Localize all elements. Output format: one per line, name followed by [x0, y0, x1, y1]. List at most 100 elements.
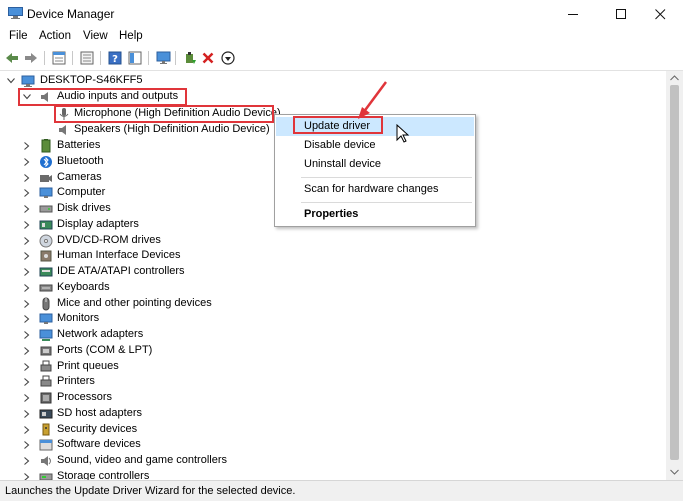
- properties-icon[interactable]: [50, 49, 68, 67]
- tree-item-hid[interactable]: Human Interface Devices: [0, 248, 666, 264]
- tree-item-label: Keyboards: [57, 280, 110, 293]
- expand-arrow-icon[interactable]: [22, 185, 32, 201]
- tree-item-label: Print queues: [57, 359, 119, 372]
- expand-arrow-icon[interactable]: [22, 422, 32, 438]
- tree-item-sound[interactable]: Sound, video and game controllers: [0, 453, 666, 469]
- tree-item-processor[interactable]: Processors: [0, 390, 666, 406]
- help-icon[interactable]: ?: [106, 49, 124, 67]
- minimize-icon[interactable]: [550, 0, 596, 28]
- menu-item-label: Uninstall device: [304, 158, 382, 170]
- tree-item-label: Disk drives: [57, 202, 111, 214]
- collapse-arrow-icon[interactable]: [6, 73, 16, 89]
- vertical-scrollbar[interactable]: [666, 71, 683, 480]
- tree-item-sdhost[interactable]: SD host adapters: [0, 406, 666, 422]
- computer-icon: [39, 187, 53, 199]
- menu-item-scan-hardware[interactable]: Scan for hardware changes: [276, 180, 474, 199]
- svg-text:?: ?: [112, 54, 118, 65]
- expand-arrow-icon[interactable]: [22, 201, 32, 217]
- tree-item-label: Speakers (High Definition Audio Device): [74, 123, 270, 135]
- update-driver-icon[interactable]: [181, 49, 199, 67]
- expand-arrow-icon[interactable]: [22, 469, 32, 480]
- expand-arrow-icon[interactable]: [22, 233, 32, 249]
- uninstall-icon[interactable]: [199, 49, 217, 67]
- expand-arrow-icon[interactable]: [22, 217, 32, 233]
- tree-item-dvd[interactable]: DVD/CD-ROM drives: [0, 233, 666, 249]
- tree-item-network[interactable]: Network adapters: [0, 327, 666, 343]
- software-icon: [39, 439, 53, 451]
- dvd-icon: [39, 234, 53, 247]
- tree-item-label: Computer: [57, 186, 106, 199]
- expand-arrow-icon[interactable]: [22, 359, 32, 375]
- toolbar-separator: [100, 51, 101, 65]
- menu-item-label: Scan for hardware changes: [304, 183, 439, 195]
- tree-item-security[interactable]: Security devices: [0, 422, 666, 438]
- expand-arrow-icon[interactable]: [22, 280, 32, 296]
- toolbar: ?: [0, 46, 683, 71]
- scan-icon[interactable]: [219, 49, 237, 67]
- speaker-icon: [59, 125, 66, 135]
- menu-action[interactable]: Action: [39, 30, 71, 42]
- show-hidden-icon[interactable]: [78, 49, 96, 67]
- computer-name: DESKTOP-S46KFF5: [40, 74, 143, 86]
- tree-item-software[interactable]: Software devices: [0, 437, 666, 453]
- title-bar: Device Manager: [0, 0, 683, 28]
- keyboard-icon: [39, 284, 53, 292]
- computer-icon: [21, 75, 35, 87]
- expand-arrow-icon[interactable]: [22, 327, 32, 343]
- expand-arrow-icon[interactable]: [22, 453, 32, 469]
- menu-item-properties[interactable]: Properties: [276, 205, 474, 224]
- battery-icon: [41, 139, 51, 153]
- tree-item-label: Software devices: [57, 438, 141, 451]
- monitor-icon: [39, 313, 53, 325]
- console-icon[interactable]: [126, 49, 144, 67]
- expand-arrow-icon[interactable]: [22, 406, 32, 422]
- menu-item-uninstall-device[interactable]: Uninstall device: [276, 155, 474, 174]
- expand-arrow-icon[interactable]: [22, 390, 32, 406]
- tree-item-label: Ports (COM & LPT): [57, 343, 153, 356]
- menu-view[interactable]: View: [83, 30, 108, 42]
- expand-arrow-icon[interactable]: [22, 296, 32, 312]
- mouse-cursor-icon: [396, 124, 410, 143]
- tree-item-label: Batteries: [57, 139, 101, 151]
- expand-arrow-icon[interactable]: [22, 154, 32, 170]
- tree-item-mouse[interactable]: Mice and other pointing devices: [0, 296, 666, 312]
- expand-arrow-icon[interactable]: [22, 138, 32, 154]
- menu-item-disable-device[interactable]: Disable device: [276, 136, 474, 155]
- expand-arrow-icon[interactable]: [22, 374, 32, 390]
- tree-item-label: SD host adapters: [57, 406, 142, 419]
- toolbar-separator: [148, 51, 149, 65]
- storage-icon: [39, 473, 53, 480]
- tree-item-label: Sound, video and game controllers: [57, 454, 227, 466]
- tree-item-ide[interactable]: IDE ATA/ATAPI controllers: [0, 264, 666, 280]
- tree-item-storage[interactable]: Storage controllers: [0, 469, 666, 480]
- tree-item-printqueue[interactable]: Print queues: [0, 359, 666, 375]
- printqueue-icon: [40, 360, 52, 371]
- annotation-arrow-icon: [358, 81, 388, 119]
- expand-arrow-icon[interactable]: [22, 437, 32, 453]
- tree-root[interactable]: DESKTOP-S46KFF5: [0, 73, 666, 89]
- monitor-icon[interactable]: [154, 49, 172, 67]
- close-icon[interactable]: [637, 0, 683, 28]
- expand-arrow-icon[interactable]: [22, 248, 32, 264]
- forward-icon[interactable]: [22, 49, 40, 67]
- tree-item-printer[interactable]: Printers: [0, 374, 666, 390]
- back-icon[interactable]: [3, 49, 21, 67]
- expand-arrow-icon[interactable]: [22, 343, 32, 359]
- tree-item-label: DVD/CD-ROM drives: [57, 233, 161, 246]
- expand-arrow-icon[interactable]: [22, 264, 32, 280]
- tree-item-keyboard[interactable]: Keyboards: [0, 280, 666, 296]
- tree-item-label: Mice and other pointing devices: [57, 296, 212, 309]
- scroll-down-icon[interactable]: [670, 469, 679, 475]
- scrollbar-thumb[interactable]: [670, 85, 679, 460]
- expand-arrow-icon[interactable]: [22, 170, 32, 186]
- menu-help[interactable]: Help: [119, 30, 143, 42]
- tree-item-port[interactable]: Ports (COM & LPT): [0, 343, 666, 359]
- display-icon: [39, 220, 53, 230]
- tree-item-monitor[interactable]: Monitors: [0, 311, 666, 327]
- tree-item-label: Network adapters: [57, 328, 144, 340]
- disk-icon: [39, 205, 53, 213]
- scroll-up-icon[interactable]: [670, 75, 679, 81]
- expand-arrow-icon[interactable]: [22, 311, 32, 327]
- menu-file[interactable]: File: [9, 30, 28, 42]
- port-icon: [40, 346, 52, 356]
